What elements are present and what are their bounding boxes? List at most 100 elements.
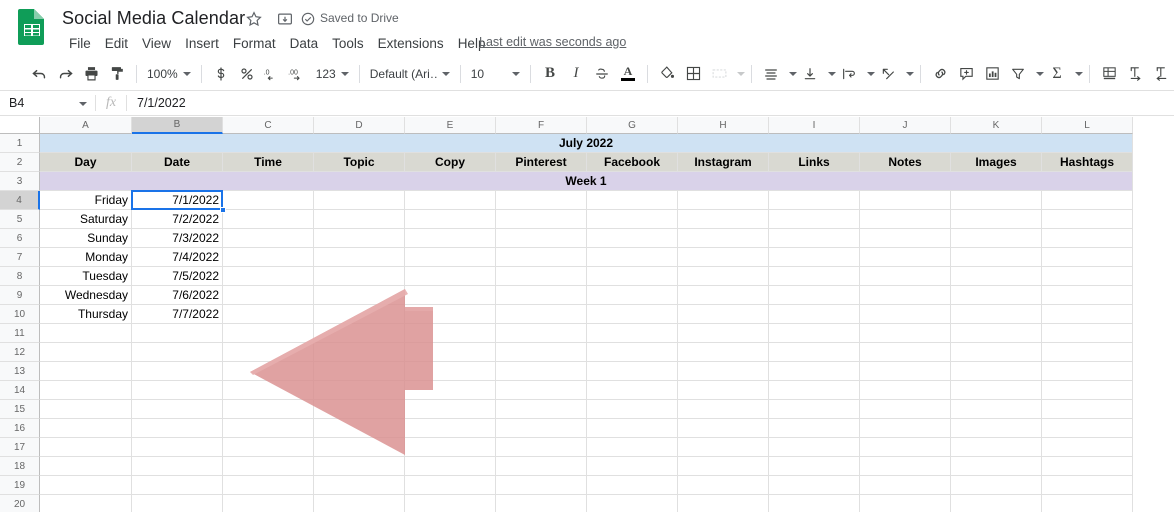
grid-cell[interactable] (678, 248, 769, 267)
grid-cell[interactable] (40, 438, 132, 457)
insert-chart-icon[interactable] (979, 61, 1005, 87)
grid-cell[interactable] (40, 457, 132, 476)
grid-cell[interactable] (496, 229, 587, 248)
grid-cell[interactable] (860, 229, 951, 248)
grid-cell[interactable] (405, 191, 496, 210)
move-to-folder-icon[interactable] (276, 10, 294, 28)
horizontal-align-icon[interactable] (758, 61, 784, 87)
grid-cell[interactable] (223, 191, 314, 210)
grid-cell[interactable] (860, 210, 951, 229)
grid-cell[interactable] (769, 495, 860, 512)
grid-cell[interactable] (223, 457, 314, 476)
grid-cell[interactable] (769, 229, 860, 248)
column-title-links[interactable]: Links (769, 153, 860, 172)
grid-cell[interactable] (587, 381, 678, 400)
grid-cell[interactable] (860, 343, 951, 362)
grid-cell[interactable] (223, 248, 314, 267)
grid-cell[interactable] (223, 362, 314, 381)
grid-cell[interactable] (769, 400, 860, 419)
menu-view[interactable]: View (135, 35, 178, 52)
grid-cell[interactable] (223, 495, 314, 512)
cell-day-6[interactable]: Sunday (40, 229, 132, 248)
grid-cell[interactable] (1042, 476, 1133, 495)
name-box[interactable]: B4 (0, 91, 95, 116)
column-header-b[interactable]: B (132, 117, 223, 134)
grid-cell[interactable] (587, 248, 678, 267)
row-header-13[interactable]: 13 (0, 362, 40, 381)
grid-cell[interactable] (860, 419, 951, 438)
grid-cell[interactable] (40, 419, 132, 438)
grid-cell[interactable] (951, 495, 1042, 512)
row-header-16[interactable]: 16 (0, 419, 40, 438)
cell-date-6[interactable]: 7/3/2022 (132, 229, 223, 248)
grid-cell[interactable] (1042, 362, 1133, 381)
formula-input[interactable]: 7/1/2022 (127, 91, 1174, 116)
grid-cell[interactable] (769, 362, 860, 381)
grid-cell[interactable] (405, 419, 496, 438)
column-header-a[interactable]: A (40, 117, 132, 134)
grid-cell[interactable] (1042, 191, 1133, 210)
text-wrapping-icon[interactable] (836, 61, 862, 87)
grid-cell[interactable] (1042, 305, 1133, 324)
grid-cell[interactable] (769, 457, 860, 476)
grid-cell[interactable] (769, 343, 860, 362)
grid-cell[interactable] (769, 286, 860, 305)
grid-cell[interactable] (951, 267, 1042, 286)
grid-cell[interactable] (1042, 229, 1133, 248)
grid-cell[interactable] (860, 267, 951, 286)
grid-cell[interactable] (405, 267, 496, 286)
grid-cell[interactable] (496, 476, 587, 495)
grid-cell[interactable] (860, 400, 951, 419)
grid-cell[interactable] (223, 305, 314, 324)
grid-cell[interactable] (132, 362, 223, 381)
grid-cell[interactable] (223, 324, 314, 343)
row-header-6[interactable]: 6 (0, 229, 40, 248)
grid-cell[interactable] (769, 438, 860, 457)
merged-week-banner[interactable]: Week 1 (40, 172, 1133, 191)
grid-cell[interactable] (496, 286, 587, 305)
strikethrough-icon[interactable] (589, 61, 615, 87)
cell-day-4[interactable]: Friday (40, 191, 132, 210)
insert-comment-icon[interactable] (953, 61, 979, 87)
grid-cell[interactable] (132, 457, 223, 476)
grid-cell[interactable] (405, 210, 496, 229)
column-header-i[interactable]: I (769, 117, 860, 134)
grid-cell[interactable] (951, 343, 1042, 362)
menu-edit[interactable]: Edit (98, 35, 135, 52)
grid-cell[interactable] (951, 305, 1042, 324)
grid-cell[interactable] (587, 324, 678, 343)
grid-cell[interactable] (587, 305, 678, 324)
grid-cell[interactable] (496, 419, 587, 438)
create-filter-icon[interactable] (1005, 61, 1031, 87)
grid-cell[interactable] (132, 438, 223, 457)
grid-cell[interactable] (587, 267, 678, 286)
grid-cell[interactable] (860, 324, 951, 343)
grid-cell[interactable] (132, 476, 223, 495)
grid-cell[interactable] (223, 381, 314, 400)
column-title-notes[interactable]: Notes (860, 153, 951, 172)
grid-cell[interactable] (314, 495, 405, 512)
star-icon[interactable] (245, 10, 263, 28)
grid-cell[interactable] (314, 438, 405, 457)
grid-cell[interactable] (769, 210, 860, 229)
grid-cell[interactable] (678, 229, 769, 248)
menu-insert[interactable]: Insert (178, 35, 226, 52)
merge-cells-icon[interactable] (706, 61, 732, 87)
print-icon[interactable] (78, 61, 104, 87)
grid-cell[interactable] (132, 400, 223, 419)
grid-cell[interactable] (223, 419, 314, 438)
grid-cell[interactable] (951, 457, 1042, 476)
grid-cell[interactable] (951, 191, 1042, 210)
grid-cell[interactable] (951, 362, 1042, 381)
grid-cell[interactable] (769, 305, 860, 324)
grid-cell[interactable] (314, 476, 405, 495)
grid-cell[interactable] (314, 457, 405, 476)
grid-cell[interactable] (1042, 324, 1133, 343)
grid-cell[interactable] (587, 495, 678, 512)
grid-cell[interactable] (40, 476, 132, 495)
fill-color-icon[interactable] (654, 61, 680, 87)
increase-decimal-icon[interactable]: .00 (286, 61, 312, 87)
grid-cell[interactable] (40, 324, 132, 343)
grid-cell[interactable] (314, 229, 405, 248)
grid-cell[interactable] (223, 286, 314, 305)
